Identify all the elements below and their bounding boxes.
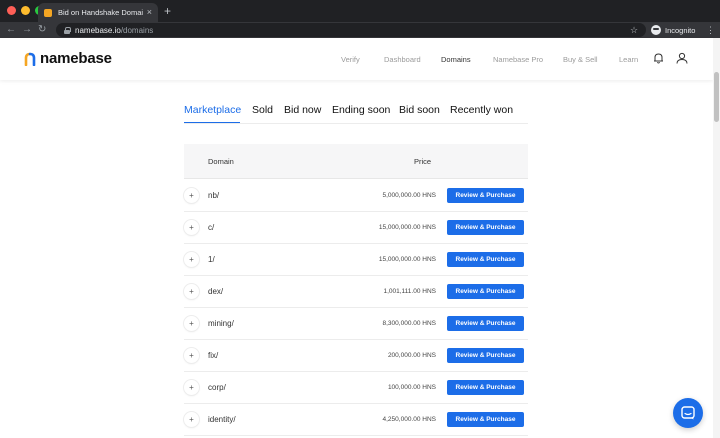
lock-icon [64, 26, 71, 34]
tab-bid-soon[interactable]: Bid soon [399, 104, 440, 116]
domain-name: dex/ [208, 287, 224, 296]
user-icon[interactable] [676, 52, 688, 64]
tab-title: Bid on Handshake Domains | N [58, 8, 143, 17]
domain-price: 100,000.00 HNS [387, 384, 436, 391]
table-row: + corp/100,000.00 HNS Review & Purchase [184, 372, 528, 404]
table-row: + mining/8,300,000.00 HNS Review & Purchas… [184, 308, 528, 340]
expand-row-button[interactable]: + [184, 412, 199, 427]
domain-name: nb/ [208, 191, 220, 200]
tab-sold[interactable]: Sold [252, 104, 273, 116]
profile-label: Incognito [665, 25, 696, 35]
new-tab-button[interactable]: + [164, 4, 171, 18]
column-header-domain: Domain [208, 157, 234, 166]
table-row: + fix/200,000.00 HNS Review & Purchase [184, 340, 528, 372]
domain-price: 8,300,000.00 HNS [382, 320, 436, 327]
close-tab-icon[interactable]: × [147, 8, 152, 17]
browser-menu-icon[interactable]: ⋮ [706, 23, 715, 37]
review-purchase-button[interactable]: Review & Purchase [447, 284, 524, 299]
browser-toolbar: ← → ↻ namebase.io/domains ☆ Incognito ⋮ [0, 22, 720, 38]
expand-row-button[interactable]: + [184, 220, 199, 235]
minimize-window-button[interactable] [21, 6, 30, 15]
nav-dashboard[interactable]: Dashboard [384, 55, 421, 64]
domain-price: 5,000,000.00 HNS [382, 192, 436, 199]
column-header-price: Price [414, 157, 432, 166]
favicon-icon [44, 8, 52, 17]
expand-row-button[interactable]: + [184, 316, 199, 331]
domain-name: fix/ [208, 351, 219, 360]
table-header: Domain Price [184, 144, 528, 179]
domain-price: 15,000,000.00 HNS [378, 224, 436, 231]
table-row: + c/15,000,000.00 HNS Review & Purchase [184, 212, 528, 244]
review-purchase-button[interactable]: Review & Purchase [447, 252, 524, 267]
expand-row-button[interactable]: + [184, 380, 199, 395]
tab-recently-won[interactable]: Recently won [450, 104, 513, 116]
domain-name: corp/ [208, 383, 226, 392]
domain-name: 1/ [208, 255, 215, 264]
expand-row-button[interactable]: + [184, 188, 199, 203]
chat-icon [681, 406, 695, 420]
domain-name: mining/ [208, 319, 234, 328]
nav-namebase-pro[interactable]: Namebase Pro [493, 55, 543, 64]
table-row: +1/15,000,000.00 HNS Review & Purchase [184, 244, 528, 276]
domain-price: 200,000.00 HNS [387, 352, 436, 359]
tab-marketplace[interactable]: Marketplace [184, 104, 241, 116]
url-path: /domains [120, 25, 154, 35]
tabs-divider [184, 123, 528, 124]
table-row: + identity/4,250,000.00 HNS Review & Purch… [184, 404, 528, 436]
logo[interactable]: namebase [24, 50, 112, 67]
expand-row-button[interactable]: + [184, 348, 199, 363]
nav-verify[interactable]: Verify [341, 55, 360, 64]
review-purchase-button[interactable]: Review & Purchase [447, 188, 524, 203]
browser-tab-bar: Bid on Handshake Domains | N × + [0, 0, 720, 22]
domain-price: 4,250,000.00 HNS [382, 416, 436, 423]
tab-ending-soon[interactable]: Ending soon [332, 104, 390, 116]
domain-name: c/ [208, 223, 215, 232]
table-row: + dex/1,001,111.00 HNS Review & Purchase [184, 276, 528, 308]
namebase-logo-icon [24, 52, 36, 66]
site-header: namebase Verify Dashboard Domains Nameba… [0, 38, 713, 80]
reload-icon[interactable]: ↻ [38, 23, 46, 37]
url-host: namebase.io [75, 25, 121, 35]
close-window-button[interactable] [7, 6, 16, 15]
profile-button[interactable]: Incognito [651, 23, 695, 37]
review-purchase-button[interactable]: Review & Purchase [447, 220, 524, 235]
bell-icon[interactable] [653, 52, 664, 64]
domain-name: identity/ [208, 415, 236, 424]
domain-price: 1,001,111.00 HNS [383, 288, 436, 295]
star-icon[interactable]: ☆ [630, 23, 638, 37]
nav-buy-sell[interactable]: Buy & Sell [563, 55, 598, 64]
forward-icon[interactable]: → [22, 23, 32, 37]
domain-price: 15,000,000.00 HNS [378, 256, 436, 263]
back-icon[interactable]: ← [6, 23, 16, 37]
expand-row-button[interactable]: + [184, 252, 199, 267]
review-purchase-button[interactable]: Review & Purchase [447, 316, 524, 331]
scrollbar-thumb[interactable] [714, 72, 719, 122]
chat-launcher-button[interactable] [673, 398, 703, 428]
incognito-icon [651, 25, 661, 35]
nav-domains[interactable]: Domains [441, 55, 471, 64]
review-purchase-button[interactable]: Review & Purchase [447, 348, 524, 363]
expand-row-button[interactable]: + [184, 284, 199, 299]
browser-tab[interactable]: Bid on Handshake Domains | N × [38, 3, 158, 22]
active-tab-indicator [184, 122, 240, 123]
nav-learn[interactable]: Learn [619, 55, 638, 64]
tab-bid-now[interactable]: Bid now [284, 104, 321, 116]
address-bar[interactable]: namebase.io/domains [56, 23, 646, 37]
review-purchase-button[interactable]: Review & Purchase [447, 380, 524, 395]
table-row: + nb/5,000,000.00 HNS Review & Purchase [184, 180, 528, 212]
review-purchase-button[interactable]: Review & Purchase [447, 412, 524, 427]
logo-text: namebase [40, 50, 112, 67]
page-scrollbar[interactable] [713, 38, 720, 438]
